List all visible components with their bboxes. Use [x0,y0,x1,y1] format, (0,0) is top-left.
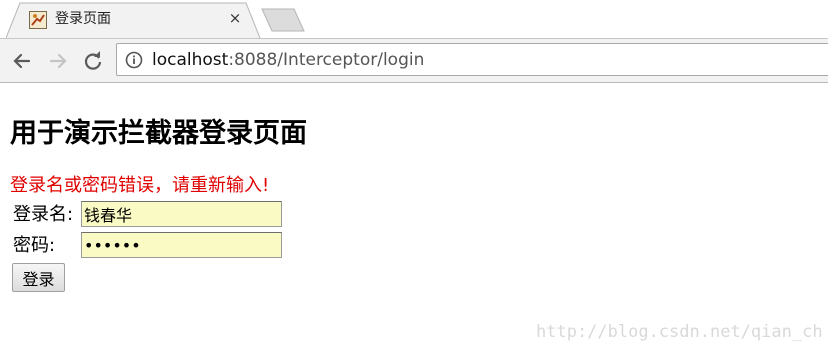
url-text[interactable]: localhost:8088/Interceptor/login [152,50,424,70]
arrow-left-icon [13,53,31,69]
url-host: localhost [152,50,229,70]
password-label: 密码: [13,235,56,256]
watermark: http://blog.csdn.net/qian_ch [536,322,823,342]
close-icon[interactable]: × [226,9,244,27]
page-content: 用于演示拦截器登录页面 登录名或密码错误，请重新输入! 登录名: 密码: 登录 … [0,82,828,354]
reload-icon [84,51,102,70]
info-icon[interactable] [125,51,143,69]
address-bar[interactable]: localhost:8088/Interceptor/login [116,43,828,76]
reload-button[interactable] [80,48,106,74]
browser-tab-active[interactable]: 登录页面 × [6,2,268,38]
tab-title: 登录页面 [55,11,111,27]
back-button[interactable] [9,48,35,74]
new-tab-button[interactable] [260,8,306,32]
browser-toolbar: localhost:8088/Interceptor/login [0,38,828,83]
forward-button[interactable] [45,48,71,74]
password-input[interactable] [81,232,282,258]
error-message: 登录名或密码错误，请重新输入! [10,175,270,196]
browser-tabstrip: 登录页面 × [0,0,828,38]
url-path: :8088/Interceptor/login [228,50,425,70]
favicon-icon [29,11,47,29]
username-label: 登录名: [13,204,74,225]
username-input[interactable] [81,201,282,227]
arrow-right-icon [49,53,67,69]
page-title: 用于演示拦截器登录页面 [10,118,307,149]
login-button[interactable]: 登录 [12,263,65,292]
